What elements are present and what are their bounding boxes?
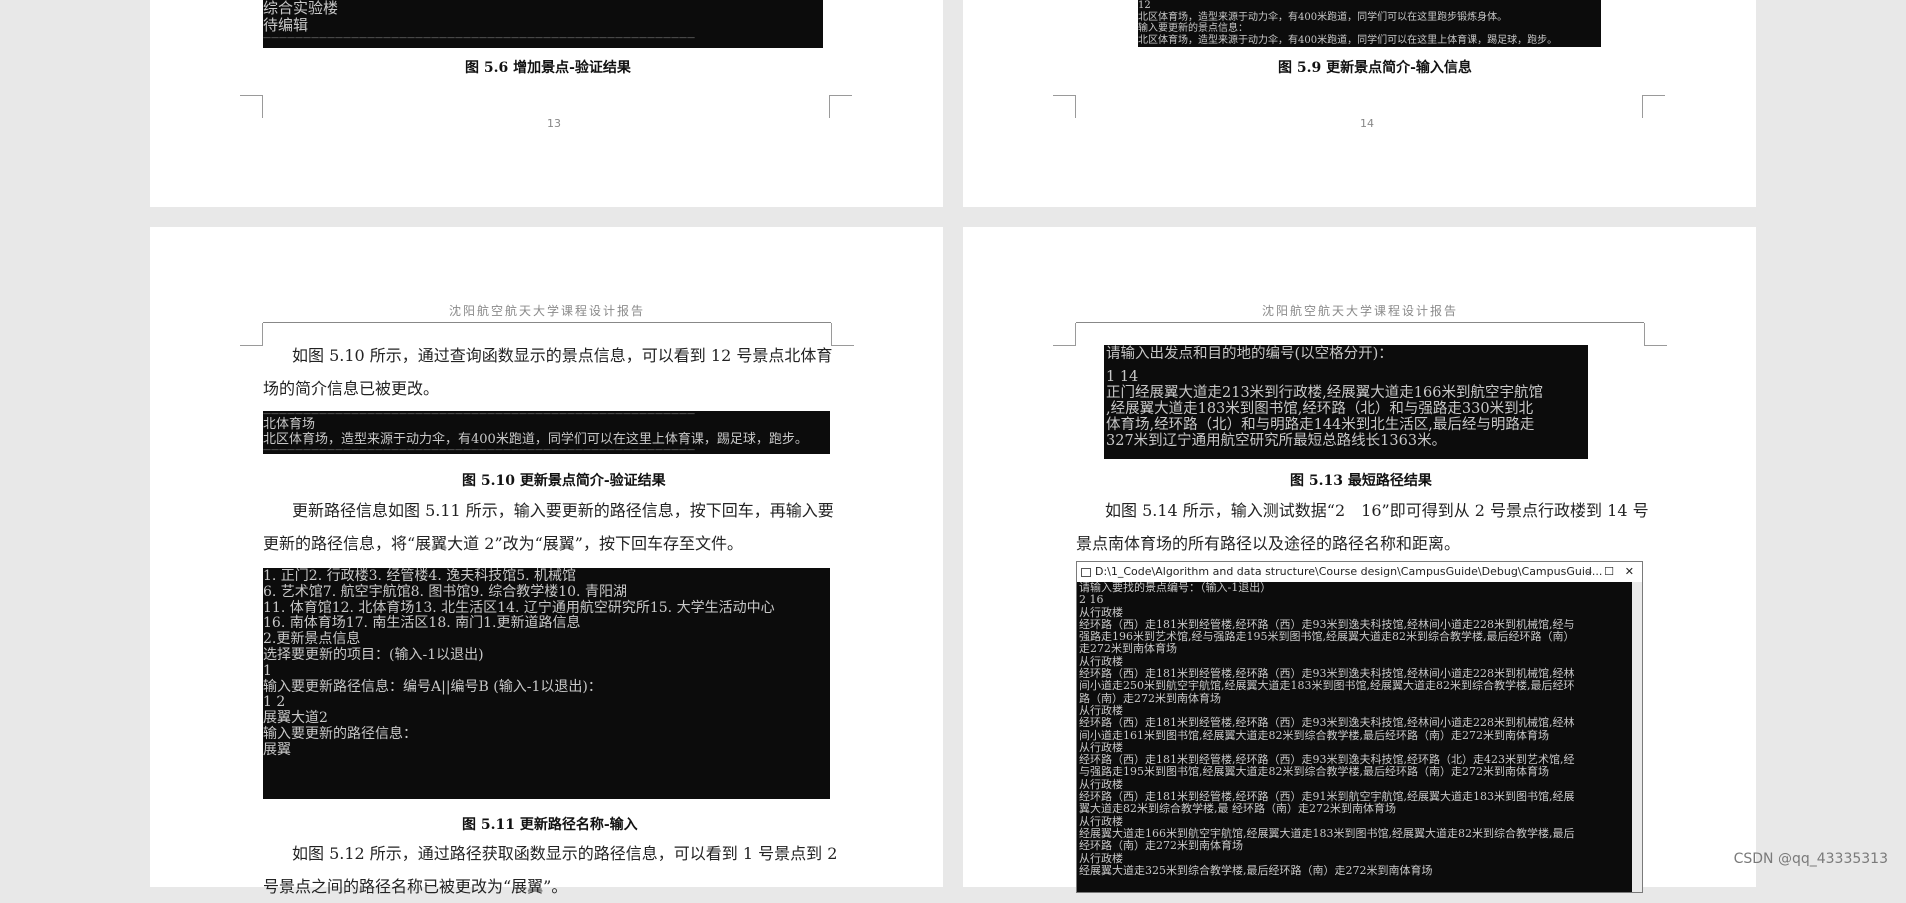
console-line: 1 (263, 662, 272, 679)
minimize-button[interactable]: – (1587, 562, 1593, 582)
maximize-button[interactable]: ☐ (1604, 562, 1614, 582)
console-line: 输入要更新的路径信息： (263, 725, 417, 742)
margin-corner (831, 323, 854, 346)
console-output: 请输入出发点和目的地的编号(以空格分开)： 1 14 正门经展翼大道走213米到行政… (1104, 345, 1588, 459)
header-rule (263, 322, 831, 323)
page-16: 沈阳航空航天大学课程设计报告 请输入出发点和目的地的编号(以空格分开)： 1 14… (963, 227, 1756, 893)
body-paragraph: 如图 5.10 所示，通过查询函数显示的景点信息，可以看到 12 号景点北体育 … (263, 339, 832, 405)
page-13: 综合实验楼 待编辑 ————————————————————————————————… (150, 0, 943, 207)
console-line: 经环路（西）走181米到经管楼,经环路（西）走93米到逸夫科技馆,经林间小道走2… (1079, 716, 1575, 730)
page-number: 13 (547, 117, 561, 130)
console-line: 经展翼大道走325米到综合教学楼,最后经环路（南）走272米到南体育场 (1079, 863, 1433, 877)
figure-caption: 图 5.9 更新景点简介-输入信息 (1278, 60, 1472, 76)
page-14: 12 北区体育场，造型来源于动力伞，有400米跑道，同学们可以在这里跑步锻炼身体。… (963, 0, 1756, 207)
console-line: 327米到辽宁通用航空研究所最短总路线长1363米。 (1106, 433, 1447, 449)
console-line: 经环路（南）走272米到南体育场 (1079, 839, 1243, 853)
paragraph-line: 场的简介信息已被更改。 (263, 379, 440, 398)
console-output: 综合实验楼 待编辑 ————————————————————————————————… (263, 0, 823, 48)
close-button[interactable]: ✕ (1625, 562, 1634, 582)
page-15: 沈阳航空航天大学课程设计报告 如图 5.10 所示，通过查询函数显示的景点信息，… (150, 227, 943, 896)
console-line: 1. 正门2. 行政楼3. 经管楼4. 逸夫科技馆5. 机械馆 (263, 568, 577, 584)
console-line: ————————————————————————————————————————… (263, 447, 695, 453)
running-header: 沈阳航空航天大学课程设计报告 (449, 304, 646, 318)
margin-corner (240, 323, 263, 346)
console-line: 1 2 (263, 694, 286, 711)
figure-caption: 图 5.13 最短路径结果 (1290, 473, 1432, 489)
console-line: 正门经展翼大道走213米到行政楼,经展翼大道走166米到航空宇航馆 (1106, 385, 1543, 401)
paragraph-line: 号景点之间的路径名称已被更改为“展翼”。 (263, 877, 568, 896)
console-output: 12 北区体育场，造型来源于动力伞，有400米跑道，同学们可以在这里跑步锻炼身体。… (1138, 0, 1601, 47)
console-line: 北区体育场，造型来源于动力伞，有400米跑道，同学们可以在这里上体育课，踢足球，… (263, 432, 808, 447)
console-output: 1. 正门2. 行政楼3. 经管楼4. 逸夫科技馆5. 机械馆 6. 艺术馆7. … (263, 568, 830, 799)
margin-corner (1053, 323, 1076, 346)
console-line: 走272米到南体育场 (1079, 642, 1177, 656)
body-paragraph: 如图 5.14 所示，输入测试数据“2 16”即可得到从 2 号景点行政楼到 1… (1076, 494, 1649, 560)
console-line: 北区体育场，造型来源于动力伞，有400米跑道，同学们可以在这里跑步锻炼身体。 (1138, 11, 1508, 23)
window-title: D:\1_Code\Algorithm and data structure\C… (1095, 565, 1603, 578)
console-line: 12 (1138, 0, 1151, 11)
console-line: 输入要更新的景点信息： (1138, 23, 1248, 34)
console-line: 2 16 (1079, 593, 1104, 607)
console-app-icon (1081, 567, 1091, 577)
header-rule (1076, 322, 1644, 323)
window-titlebar[interactable]: D:\1_Code\Algorithm and data structure\C… (1077, 562, 1642, 582)
console-line: 间小道走161米到图书馆,经展翼大道走82米到综合教学楼,最后经环路（南）走27… (1079, 728, 1549, 742)
console-line: 1 14 (1106, 369, 1139, 385)
console-line: ,经展翼大道走183米到图书馆,经环路（北）和与强路走330米到北 (1106, 401, 1534, 417)
console-line: 请输入要找的景点编号：（输入-1退出） (1079, 581, 1272, 594)
paragraph-line: 如图 5.12 所示，通过路径获取函数显示的路径信息，可以看到 1 号景点到 2 (292, 844, 838, 863)
console-output: ————————————————————————————————————————… (263, 411, 830, 454)
page-number: 14 (1360, 117, 1374, 130)
paragraph-line: 如图 5.14 所示，输入测试数据“2 16”即可得到从 2 号景点行政楼到 1… (1105, 501, 1649, 520)
console-line: 翼大道走82米到综合教学楼,最 经环路（南）走272米到南体育场 (1079, 802, 1396, 816)
console-line: 6. 艺术馆7. 航空宇航馆8. 图书馆9. 综合教学楼10. 青阳湖 (263, 583, 627, 600)
console-line: 展翼大道2 (263, 710, 328, 727)
console-line: 综合实验楼 (263, 0, 339, 17)
paragraph-line: 更新的路径信息，将“展翼大道 2”改为“展翼”，按下回车存至文件。 (263, 534, 743, 553)
paragraph-line: 如图 5.10 所示，通过查询函数显示的景点信息，可以看到 12 号景点北体育 (292, 346, 833, 365)
console-body: 请输入要找的景点编号：（输入-1退出） 2 16 从行政楼 经环路（西）走181米到经… (1077, 581, 1642, 877)
margin-corner (829, 95, 852, 118)
console-line: 与强路走195米到图书馆,经展翼大道走82米到综合教学楼,最后经环路（南）走27… (1079, 765, 1549, 779)
console-line: 北体育场 (263, 417, 316, 432)
figure-caption: 图 5.6 增加景点-验证结果 (465, 60, 631, 76)
console-line: 展翼 (263, 741, 291, 758)
margin-corner (1644, 323, 1667, 346)
body-paragraph: 更新路径信息如图 5.11 所示，输入要更新的路径信息，按下回车，再输入要 更新… (263, 494, 834, 560)
console-scrollbar[interactable] (1632, 582, 1642, 892)
console-line: 请输入出发点和目的地的编号(以空格分开)： (1106, 346, 1393, 362)
console-line: 路（南）走272米到南体育场 (1079, 691, 1221, 705)
margin-corner (240, 95, 263, 118)
console-line: 间小道走250米到航空宇航馆,经展翼大道走183米到图书馆,经展翼大道走82米到… (1079, 679, 1575, 693)
console-line: 16. 南体育场17. 南生活区18. 南门1.更新道路信息 (263, 615, 581, 632)
console-line: 2.更新景点信息 (263, 631, 361, 648)
console-line: 输入要更新路径信息：编号A||编号B (输入-1以退出)： (263, 678, 602, 695)
watermark: CSDN @qq_43335313 (1733, 851, 1888, 867)
margin-corner (1642, 95, 1665, 118)
body-paragraph: 如图 5.12 所示，通过路径获取函数显示的路径信息，可以看到 1 号景点到 2… (263, 837, 837, 903)
console-line: 从行政楼 (1079, 851, 1123, 865)
console-line: 体育场,经环路（北）和与明路走144米到北生活区,最后经与明路走 (1106, 417, 1535, 433)
console-line: 选择要更新的项目：(输入-1以退出) (263, 646, 484, 663)
console-window: D:\1_Code\Algorithm and data structure\C… (1076, 561, 1643, 893)
paragraph-line: 更新路径信息如图 5.11 所示，输入要更新的路径信息，按下回车，再输入要 (292, 501, 834, 520)
paragraph-line: 景点南体育场的所有路径以及途径的路径名称和距离。 (1076, 534, 1461, 553)
console-line: 北区体育场，造型来源于动力伞，有400米跑道，同学们可以在这里上体育课，踢足球，… (1138, 34, 1558, 46)
console-line: 待编辑 (263, 16, 309, 34)
figure-caption: 图 5.11 更新路径名称-输入 (462, 817, 638, 833)
console-line: ————————————————————————————————————————… (263, 34, 695, 42)
running-header: 沈阳航空航天大学课程设计报告 (1262, 304, 1459, 318)
margin-corner (1053, 95, 1076, 118)
figure-caption: 图 5.10 更新景点简介-验证结果 (462, 473, 666, 489)
